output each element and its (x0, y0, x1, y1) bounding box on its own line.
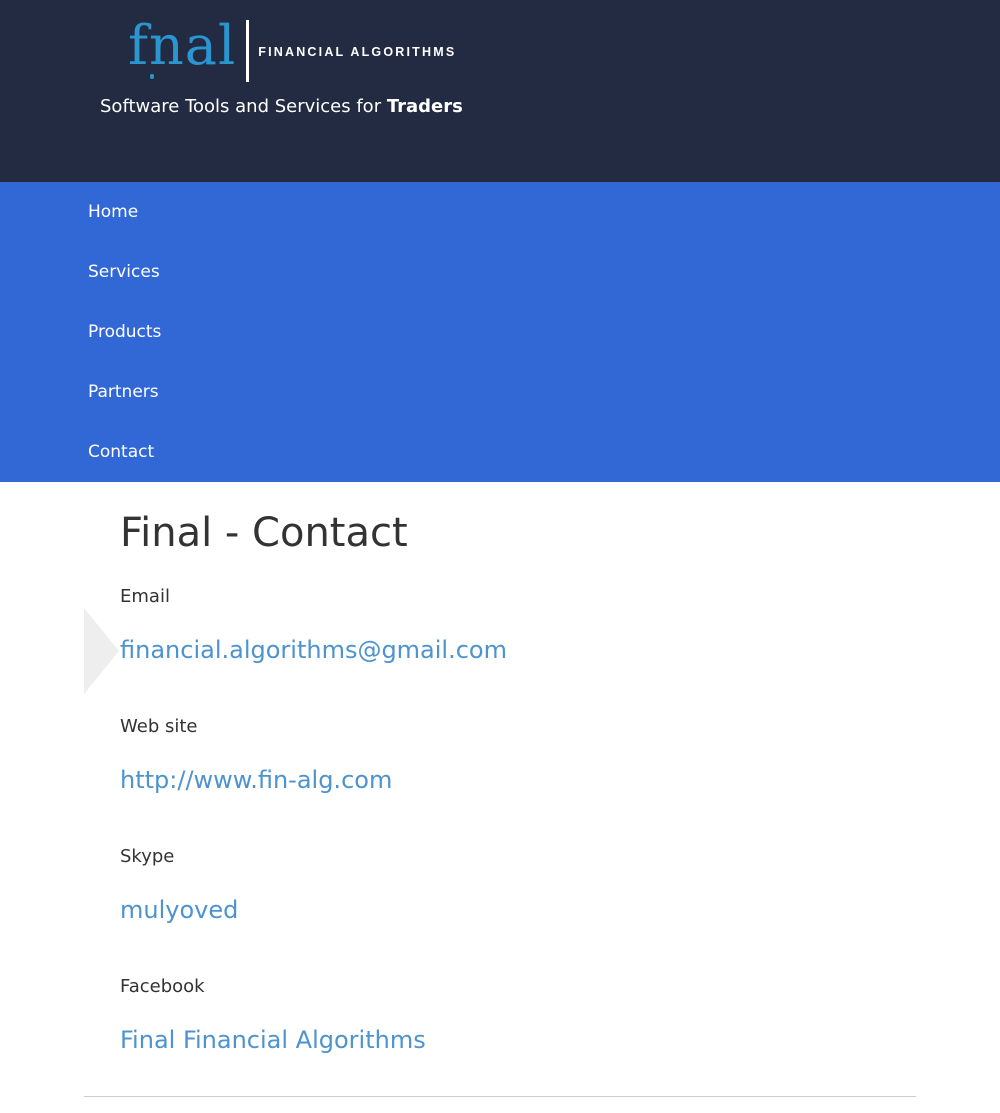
email-link[interactable]: financial.algorithms@gmail.com (120, 636, 507, 664)
bottom-divider (84, 1096, 916, 1097)
page-title: Final - Contact (120, 510, 408, 556)
nav-item-services[interactable]: Services (0, 242, 1000, 302)
site-slogan: Software Tools and Services for Traders (100, 96, 463, 117)
logo-dot-icon (150, 74, 154, 79)
site-logo[interactable]: fnal FINANCIAL ALGORITHMS (128, 16, 456, 86)
logo-word-text: fnal (128, 14, 237, 77)
facebook-label: Facebook (120, 976, 205, 997)
facebook-link[interactable]: Final Financial Algorithms (120, 1026, 426, 1054)
nav-item-partners[interactable]: Partners (0, 362, 1000, 422)
website-label: Web site (120, 716, 198, 737)
main-nav: Home Services Products Partners Contact (0, 182, 1000, 482)
nav-item-contact[interactable]: Contact (0, 422, 1000, 482)
nav-item-home[interactable]: Home (0, 182, 1000, 242)
skype-link[interactable]: mulyoved (120, 896, 238, 924)
site-header: fnal FINANCIAL ALGORITHMS Software Tools… (0, 0, 1000, 182)
slogan-bold-text: Traders (386, 96, 463, 117)
logo-tagline: FINANCIAL ALGORITHMS (258, 45, 457, 59)
main-content: Final - Contact Email financial.algorith… (0, 482, 1000, 1113)
logo-divider (246, 20, 250, 82)
nav-item-products[interactable]: Products (0, 302, 1000, 362)
email-label: Email (120, 586, 170, 607)
logo-wordmark: fnal (128, 14, 237, 79)
website-link[interactable]: http://www.fin-alg.com (120, 766, 392, 794)
arrow-decoration-icon (84, 608, 119, 694)
skype-label: Skype (120, 846, 175, 867)
slogan-text: Software Tools and Services for (100, 96, 387, 117)
